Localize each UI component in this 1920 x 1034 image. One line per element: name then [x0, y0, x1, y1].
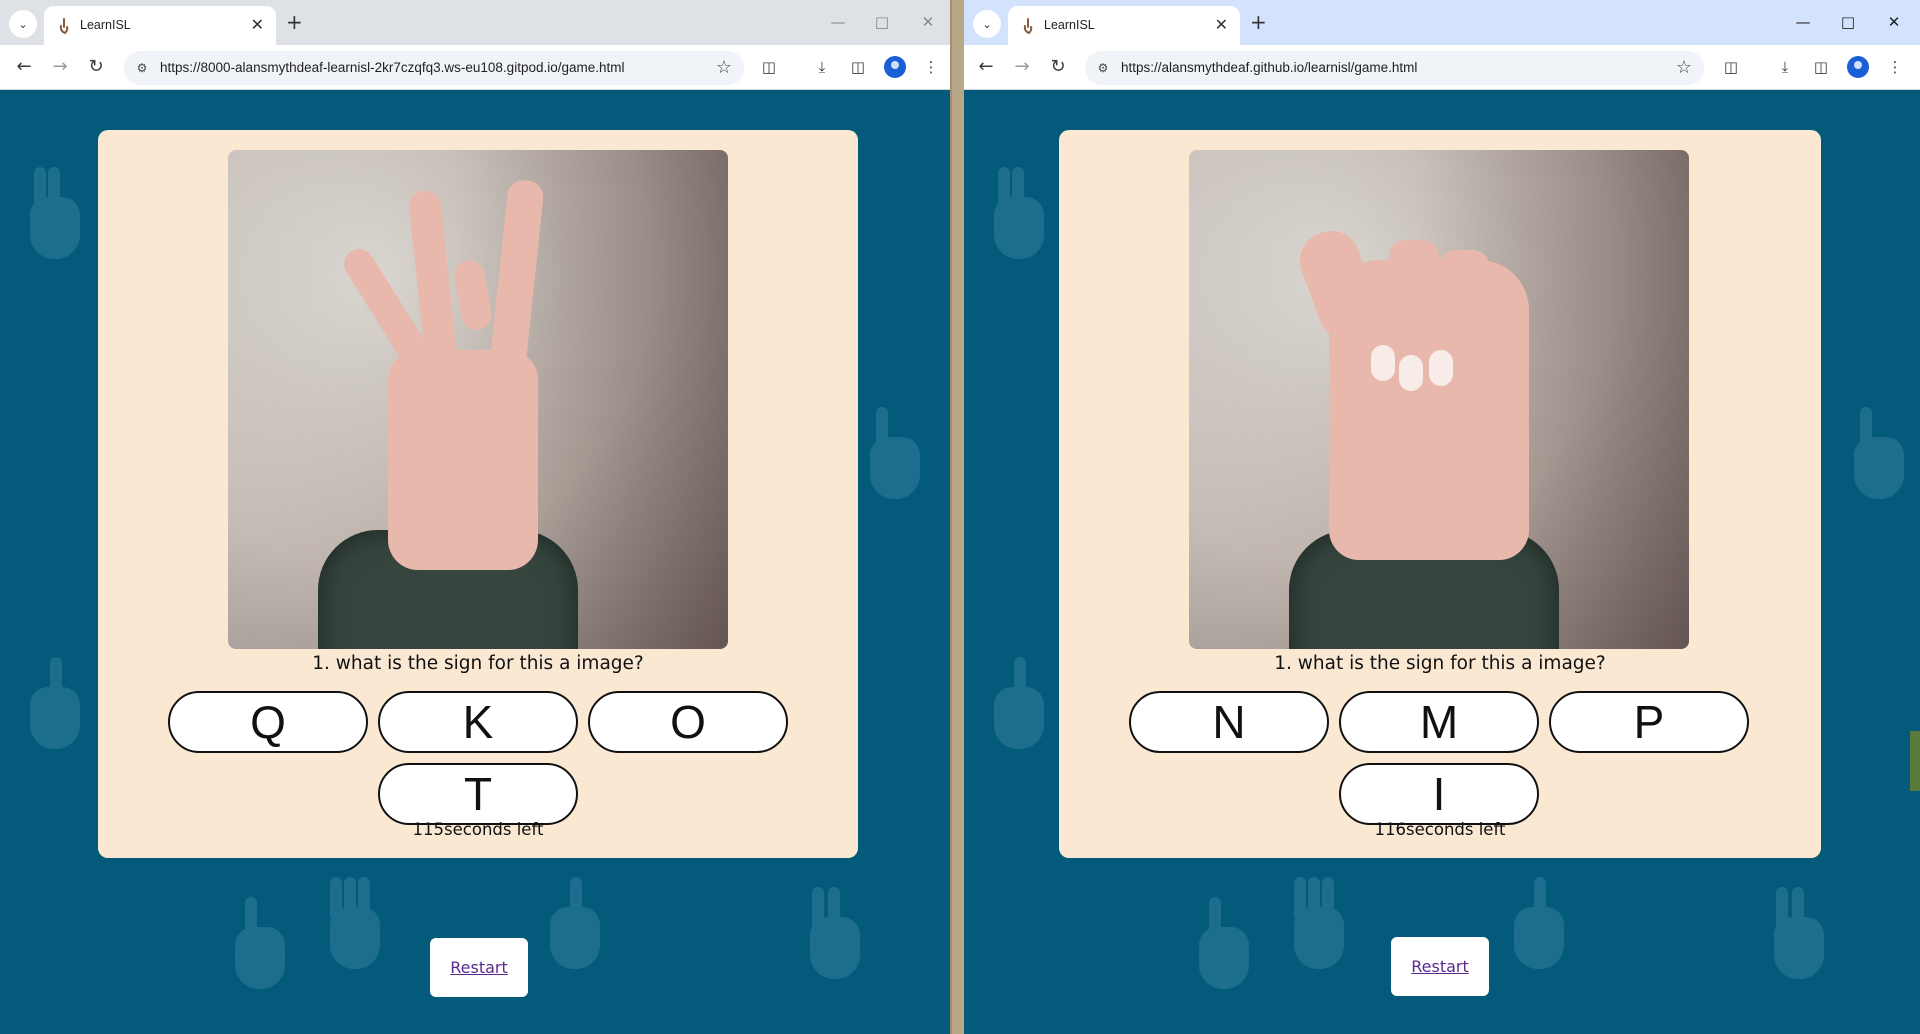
- question-text: 1. what is the sign for this a image?: [312, 653, 644, 674]
- star-icon[interactable]: ☆: [1676, 57, 1692, 79]
- page-content: 1. what is the sign for this a image? N …: [964, 91, 1920, 1034]
- background-hand-icon: [20, 651, 90, 761]
- background-hand-icon: [860, 401, 930, 511]
- answer-button-3[interactable]: O: [588, 691, 788, 753]
- quiz-card: 1. what is the sign for this a image? N …: [1059, 130, 1821, 858]
- quiz-card: 1. what is the sign for this a image? Q …: [98, 130, 858, 858]
- answer-button-2[interactable]: K: [378, 691, 578, 753]
- address-bar[interactable]: ⚙ https://8000-alansmythdeaf-learnisl-2k…: [124, 51, 744, 85]
- sign-photo: [1189, 150, 1689, 649]
- maximize-icon[interactable]: □: [870, 10, 894, 34]
- download-icon[interactable]: ⤓: [811, 56, 833, 78]
- hand-favicon-icon: [59, 18, 69, 34]
- minimize-icon[interactable]: —: [1791, 10, 1815, 34]
- question-text: 1. what is the sign for this a image?: [1274, 653, 1606, 674]
- url-text: https://alansmythdeaf.github.io/learnisl…: [1121, 60, 1418, 75]
- answer-button-1[interactable]: Q: [168, 691, 368, 753]
- tab-title: LearnISL: [1044, 18, 1095, 32]
- reload-icon[interactable]: ↻: [1046, 55, 1070, 79]
- reload-icon[interactable]: ↻: [84, 55, 108, 79]
- background-hand-icon: [1189, 891, 1259, 1001]
- restart-box: Restart: [430, 938, 528, 997]
- chevron-down-icon[interactable]: ⌄: [973, 10, 1001, 38]
- url-text: https://8000-alansmythdeaf-learnisl-2kr7…: [160, 60, 625, 75]
- tab-learnisl[interactable]: LearnISL ✕: [1008, 6, 1240, 45]
- page-content: 1. what is the sign for this a image? Q …: [0, 91, 950, 1034]
- close-icon[interactable]: ✕: [251, 15, 264, 35]
- profile-icon[interactable]: [1847, 56, 1869, 78]
- site-info-icon[interactable]: ⚙: [134, 60, 150, 76]
- kebab-menu-icon[interactable]: ⋮: [920, 56, 942, 78]
- background-hand-icon: [1504, 871, 1574, 981]
- tab-title: LearnISL: [80, 18, 131, 32]
- tab-strip: ⌄ LearnISL ✕ + — □ ✕: [0, 0, 950, 45]
- side-panel-icon[interactable]: ◫: [1810, 56, 1832, 78]
- restart-link[interactable]: Restart: [450, 958, 508, 977]
- timer-text: 116seconds left: [1374, 820, 1506, 839]
- browser-toolbar: ← → ↻ ⚙ https://8000-alansmythdeaf-learn…: [0, 45, 950, 90]
- back-arrow-icon[interactable]: ←: [12, 55, 36, 79]
- background-hand-icon: [1844, 401, 1914, 511]
- site-info-icon[interactable]: ⚙: [1095, 60, 1111, 76]
- hand-favicon-icon: [1023, 18, 1033, 34]
- chevron-down-icon[interactable]: ⌄: [9, 10, 37, 38]
- plus-icon[interactable]: +: [286, 10, 303, 34]
- back-arrow-icon[interactable]: ←: [974, 55, 998, 79]
- browser-toolbar: ← → ↻ ⚙ https://alansmythdeaf.github.io/…: [964, 45, 1920, 90]
- background-hand-icon: [320, 871, 390, 981]
- plus-icon[interactable]: +: [1250, 10, 1267, 34]
- maximize-icon[interactable]: □: [1836, 10, 1860, 34]
- download-icon[interactable]: ⤓: [1774, 56, 1796, 78]
- background-hand-icon: [1764, 881, 1834, 991]
- tab-strip: ⌄ LearnISL ✕ + — □ ✕: [964, 0, 1920, 45]
- background-hand-icon: [984, 161, 1054, 271]
- background-hand-icon: [984, 651, 1054, 761]
- forward-arrow-icon[interactable]: →: [48, 55, 72, 79]
- timer-text: 115seconds left: [412, 820, 544, 839]
- background-hand-icon: [20, 161, 90, 271]
- profile-icon[interactable]: [884, 56, 906, 78]
- window-close-icon[interactable]: ✕: [916, 10, 940, 34]
- address-bar[interactable]: ⚙ https://alansmythdeaf.github.io/learni…: [1085, 51, 1704, 85]
- restart-link[interactable]: Restart: [1411, 957, 1469, 976]
- close-icon[interactable]: ✕: [1215, 15, 1228, 35]
- answer-button-2[interactable]: M: [1339, 691, 1539, 753]
- window-close-icon[interactable]: ✕: [1882, 10, 1906, 34]
- answer-button-4[interactable]: T: [378, 763, 578, 825]
- minimize-icon[interactable]: —: [826, 10, 850, 34]
- background-edge: [1910, 731, 1920, 791]
- sign-photo: [228, 150, 728, 649]
- tab-learnisl[interactable]: LearnISL ✕: [44, 6, 276, 45]
- answer-button-4[interactable]: I: [1339, 763, 1539, 825]
- answer-button-3[interactable]: P: [1549, 691, 1749, 753]
- forward-arrow-icon[interactable]: →: [1010, 55, 1034, 79]
- puzzle-icon[interactable]: ◫: [758, 56, 780, 78]
- kebab-menu-icon[interactable]: ⋮: [1884, 56, 1906, 78]
- puzzle-icon[interactable]: ◫: [1720, 56, 1742, 78]
- background-hand-icon: [1284, 871, 1354, 981]
- browser-window-left: ⌄ LearnISL ✕ + — □ ✕ ← → ↻ ⚙ https://800…: [0, 0, 952, 1034]
- side-panel-icon[interactable]: ◫: [847, 56, 869, 78]
- browser-window-right: ⌄ LearnISL ✕ + — □ ✕ ← → ↻ ⚙ https://ala…: [964, 0, 1920, 1034]
- restart-box: Restart: [1391, 937, 1489, 996]
- background-hand-icon: [225, 891, 295, 1001]
- answer-button-1[interactable]: N: [1129, 691, 1329, 753]
- background-hand-icon: [800, 881, 870, 991]
- background-hand-icon: [540, 871, 610, 981]
- star-icon[interactable]: ☆: [716, 57, 732, 79]
